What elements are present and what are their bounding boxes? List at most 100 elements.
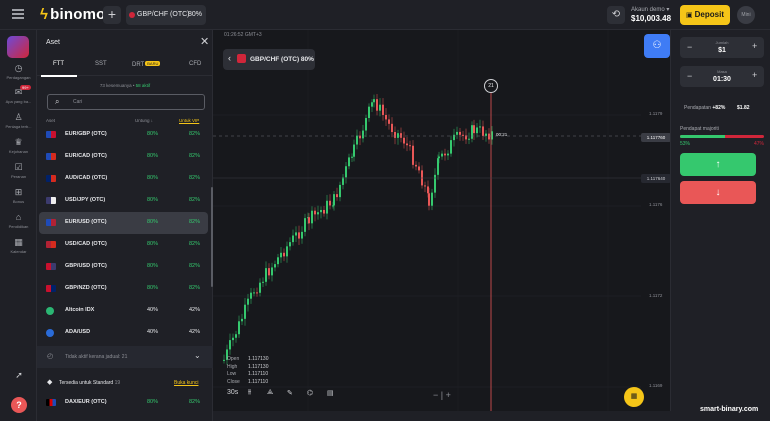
candle (247, 298, 249, 305)
nav-item-education[interactable]: ⌂ Pendidikan (0, 212, 37, 229)
search-input[interactable]: ⌕ Cari (47, 94, 205, 110)
asset-row[interactable]: GBP/NZD (OTC) 80% 82% (37, 278, 213, 300)
asset-row[interactable]: DAX/EUR (OTC) 80% 82% (37, 392, 213, 414)
nav-item-trading[interactable]: ◷ Perdagangan (0, 63, 37, 80)
up-button[interactable]: ↑ (680, 153, 756, 176)
candle (277, 257, 279, 265)
asset-row-selected[interactable]: EUR/USD (OTC) 80% 82% (39, 212, 208, 234)
candle (326, 200, 328, 214)
bottom-bar (213, 411, 770, 421)
candles-icon[interactable]: ⫵ (248, 389, 251, 397)
asset-row[interactable]: GBP/USD (OTC) 80% 82% (37, 256, 213, 278)
tab-drt[interactable]: DRT BARU (132, 61, 161, 68)
ada-icon (46, 329, 54, 337)
new-badge: BARU (145, 61, 161, 66)
asset-row[interactable]: USD/JPY (OTC) 80% 82% (37, 190, 213, 212)
nav-item-tasks[interactable]: ☑ Peranan (0, 162, 37, 179)
nav-item-bonus[interactable]: ⊞ Bonus (0, 187, 37, 204)
app-logo[interactable] (7, 36, 29, 58)
help-icon[interactable]: ? (11, 397, 27, 413)
flag-icon (46, 153, 56, 160)
asset-row[interactable]: ADA/USD 40% 42% (37, 322, 213, 344)
candle (376, 99, 378, 111)
time-stepper[interactable]: − Masa 01:30 + (680, 66, 764, 87)
candle (292, 235, 294, 243)
bonus-icon: ⊞ (14, 187, 23, 197)
column-vip-link[interactable]: Untuk VIP (179, 118, 199, 123)
candlestick-chart[interactable] (213, 30, 670, 411)
amount-stepper[interactable]: − Jumlah $1 + (680, 37, 764, 58)
candle (485, 133, 487, 136)
layout-icon[interactable]: ▤ (327, 389, 334, 397)
flag-icon (46, 399, 56, 406)
calendar-icon[interactable]: ▦ (624, 387, 644, 407)
avatar[interactable]: Mini (737, 6, 755, 24)
indicators-icon[interactable]: ⟁ (267, 389, 273, 397)
rocket-icon[interactable]: ➚ (11, 370, 27, 386)
column-asset: Aset (46, 118, 56, 123)
candle (271, 267, 273, 276)
signals-icon[interactable]: ⌬ (307, 389, 313, 397)
nav-item-top-traders[interactable]: ♙ Peniaga terb... (0, 112, 37, 129)
asset-tab[interactable]: GBP/CHF (OTC) 80% (126, 5, 206, 25)
chart-asset-selector[interactable]: ‹ GBP/CHF (OTC) 80% (223, 49, 315, 70)
candle (348, 157, 350, 167)
asset-row[interactable]: AUD/CAD (OTC) 80% 82% (37, 168, 213, 190)
nav-item-whatsnew[interactable]: ✉ 99+ Apa yang ba... (0, 85, 37, 104)
candle (301, 231, 303, 239)
tab-ftt[interactable]: FTT (53, 61, 64, 67)
account-selector[interactable]: Akaun demo ▾ $10,003.48 (631, 6, 671, 23)
zoom-controls[interactable]: − | + (433, 390, 451, 400)
nav-item-calendar[interactable]: ▦ Kalendar (0, 237, 37, 254)
candle (345, 166, 347, 178)
down-button[interactable]: ↓ (680, 181, 756, 204)
close-icon[interactable]: ✕ (200, 35, 209, 48)
tab-sst[interactable]: SST (95, 61, 107, 67)
reference-price: 1.117640 (641, 174, 671, 183)
column-profit[interactable]: Untung ↓ (135, 118, 153, 123)
inactive-assets-section[interactable]: ◴ Tidak aktif kerana jadual: 21 ⌄ (37, 346, 213, 368)
timeframe-button[interactable]: 30s (227, 389, 238, 396)
plus-icon[interactable]: + (752, 70, 757, 80)
candle (476, 127, 478, 134)
asset-row[interactable]: EUR/CAD (OTC) 80% 82% (37, 146, 213, 168)
price-tick: 1.1179 (649, 111, 663, 116)
candle (339, 184, 341, 198)
bolt-icon: ϟ (40, 6, 49, 23)
asset-row[interactable]: EUR/GBP (OTC) 80% 82% (37, 124, 213, 146)
menu-icon[interactable] (12, 9, 24, 19)
asset-row[interactable]: USD/CAD (OTC) 80% 82% (37, 234, 213, 256)
draw-icon[interactable]: ✎ (287, 389, 293, 397)
expiry-time: 00:21 (496, 132, 508, 137)
price-tick: 1.1172 (649, 293, 663, 298)
candle (232, 337, 234, 341)
candle (488, 133, 490, 140)
sentiment-up: 53% (680, 141, 691, 147)
candle (379, 104, 381, 111)
plus-icon[interactable]: + (752, 41, 757, 51)
candle (412, 145, 414, 165)
ohlc-readout: Open 1.117130 High 1.117130 Low 1.117110 Cl… (227, 356, 269, 385)
deposit-button[interactable]: ▣ Deposit (680, 5, 730, 25)
chart-area[interactable]: 01:26:52 GMT+3 ‹ GBP/CHF (OTC) 80% ⚇ 21 … (213, 30, 671, 411)
candle (447, 153, 449, 156)
flag-icon (46, 219, 56, 226)
diamond-icon: ◆ (47, 379, 53, 386)
sentiment-bar (680, 135, 764, 138)
brand-logo[interactable]: ϟ binomo (40, 6, 106, 23)
candle (304, 218, 306, 232)
add-asset-button[interactable]: + (103, 6, 121, 24)
education-icon: ⌂ (15, 212, 22, 222)
unlock-link[interactable]: Buka kunci (174, 380, 198, 386)
candle (323, 209, 325, 214)
price-tick: 1.1169 (649, 383, 663, 388)
refresh-icon[interactable]: ⟲ (607, 6, 625, 24)
candle (256, 292, 258, 294)
candle (308, 217, 310, 224)
tab-cfd[interactable]: CFD (189, 61, 201, 67)
candle (356, 135, 358, 145)
add-user-icon[interactable]: ⚇ (644, 34, 670, 58)
asset-row[interactable]: Altcoin IDX 40% 42% (37, 300, 213, 322)
nav-item-tournaments[interactable]: ♛ Kejohanan (0, 137, 37, 154)
standard-section: ◆ Tersedia untuk Standard 19 Buka kunci (47, 379, 199, 386)
